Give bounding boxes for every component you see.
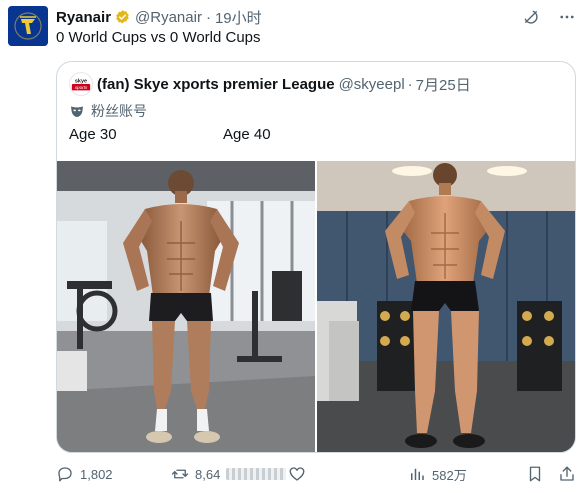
- quote-text: Age 30 Age 40: [69, 126, 489, 146]
- repost-button[interactable]: 8,64: [171, 462, 287, 486]
- quote-author-name[interactable]: (fan) Skye xports premier League: [97, 76, 335, 93]
- separator: ·: [205, 8, 211, 26]
- quote-avatar[interactable]: skye xports: [69, 72, 93, 96]
- bookmark-button[interactable]: [526, 462, 550, 486]
- grok-icon[interactable]: [522, 8, 540, 26]
- repost-icon: [171, 469, 189, 479]
- author-avatar[interactable]: [8, 6, 48, 46]
- reply-icon: [58, 467, 72, 482]
- gym-photo-icon: [57, 161, 315, 452]
- repost-count: 8,64: [195, 466, 221, 482]
- reply-button[interactable]: 1,802: [56, 462, 113, 486]
- ryanair-logo-icon: [8, 6, 48, 46]
- quote-separator: ·: [407, 75, 413, 93]
- tweet-text: 0 World Cups vs 0 World Cups: [56, 29, 261, 46]
- quote-header: skye xports (fan) Skye xports premier Le…: [69, 72, 471, 96]
- author-name[interactable]: Ryanair: [56, 9, 111, 26]
- action-bar: 1,802 8,64 582万: [56, 462, 576, 486]
- share-icon: [560, 466, 574, 481]
- views-icon: [411, 468, 424, 480]
- tweet-time[interactable]: 19小时: [215, 7, 262, 28]
- author-handle[interactable]: @Ryanair: [135, 9, 202, 26]
- share-button[interactable]: [558, 462, 582, 486]
- quote-author-handle[interactable]: @skyeepl: [339, 76, 405, 93]
- views-count: 582万: [432, 467, 467, 483]
- blurred-like-overlay: [226, 468, 287, 480]
- more-icon[interactable]: [558, 8, 576, 26]
- quote-image-2[interactable]: [317, 161, 575, 452]
- like-button[interactable]: [288, 462, 312, 486]
- fan-account-label: 粉丝账号: [69, 102, 147, 120]
- mask-icon: [69, 103, 85, 119]
- bookmark-icon: [529, 466, 541, 482]
- reply-count: 1,802: [80, 466, 113, 482]
- quote-image-1[interactable]: [57, 161, 315, 452]
- quote-time[interactable]: 7月25日: [416, 74, 471, 95]
- verified-badge-icon: [114, 9, 131, 26]
- tweet-header: Ryanair @Ryanair · 19小时: [56, 7, 576, 27]
- quote-text-right: Age 40: [223, 126, 271, 143]
- quote-text-left: Age 30: [69, 126, 117, 143]
- fan-account-text: 粉丝账号: [91, 103, 147, 119]
- quoted-tweet[interactable]: skye xports (fan) Skye xports premier Le…: [56, 61, 576, 453]
- quote-avatar-subtext: xports: [74, 85, 88, 90]
- views-button[interactable]: 582万: [408, 462, 467, 486]
- gym-photo-icon: [317, 161, 575, 452]
- like-icon: [289, 467, 305, 481]
- quote-avatar-text: skye: [75, 79, 87, 85]
